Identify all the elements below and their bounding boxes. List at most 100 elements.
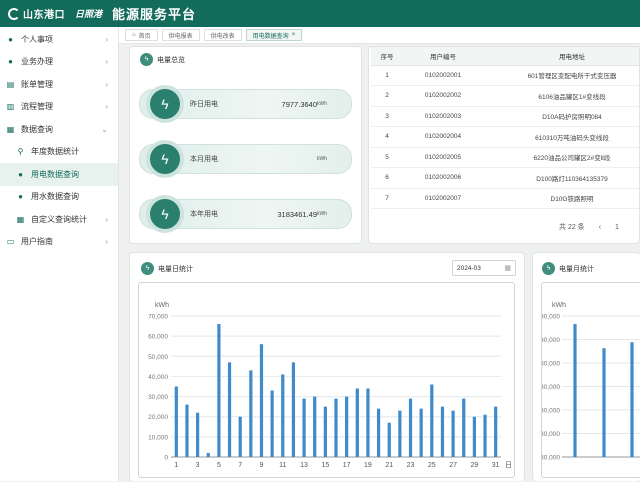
table-row[interactable]: 1 0102002001 601管理区变配电所干式变压器 (371, 65, 639, 86)
daily-chart-frame: kWh 70,000 60,000 50,000 40,000 30,000 20,000 1… (138, 282, 515, 478)
sidebar-subitem-custom[interactable]: ▦ 自定义查询统计 › (0, 208, 118, 231)
tab-supply-report[interactable]: 供电报表 (161, 29, 200, 41)
y-axis-unit: kWh (155, 302, 169, 309)
sidebar-item-business[interactable]: ● 业务办理 › (0, 51, 118, 74)
cell-user-id: 0102002002 (403, 85, 483, 107)
sidebar-item-label: 流程管理 (21, 102, 53, 112)
bar (376, 408, 381, 457)
bolt-icon: ϟ (141, 262, 154, 275)
x-tick-label: 11 (279, 462, 286, 469)
x-tick-label: 25 (428, 462, 436, 469)
table-row[interactable]: 2 0102002002 6106油品罐区1#变线段 (371, 85, 639, 107)
chevron-right-icon: › (105, 34, 108, 44)
stat-unit: kWh (317, 101, 327, 107)
bar (270, 390, 274, 457)
sidebar-item-data-query[interactable]: ▦ 数据查询 ⌄ (0, 118, 118, 141)
cell-index: 7 (371, 188, 403, 209)
stat-label: 昨日用电 (190, 101, 218, 108)
x-tick-label: 19 (364, 462, 372, 469)
chevron-right-icon: › (105, 237, 108, 247)
x-tick-label: 3 (196, 462, 200, 469)
bar (345, 396, 349, 457)
bar (302, 398, 306, 457)
table-row[interactable]: 6 0102002006 D100路灯110364135379 (371, 167, 639, 189)
y-tick-label: 60,000 (148, 334, 168, 341)
daily-bar-chart: kWh 70,000 60,000 50,000 40,000 30,000 20,000 1… (148, 302, 512, 469)
stat-month: ϟ 本月用电 kWh (139, 140, 352, 178)
tab-electricity-query[interactable]: 用电数据查询 × (245, 29, 303, 41)
y-axis-unit: kWh (552, 302, 566, 309)
bar (419, 408, 423, 457)
chevron-down-icon: ⌄ (101, 124, 108, 134)
y-tick-label: 70,000 (148, 314, 168, 321)
tab-bar: ⌂ 首页 供电报表 供电改表 用电数据查询 × (119, 27, 640, 44)
sidebar-subitem-water[interactable]: ● 用水数据查询 (0, 186, 118, 209)
bar (217, 324, 221, 457)
cell-user-id: 0102002007 (403, 188, 483, 209)
cell-address: 601管理区变配电所干式变压器 (483, 65, 639, 86)
home-icon: ⌂ (132, 32, 136, 38)
chart-icon: ▦ (6, 124, 15, 134)
y-tick-label: 30,000 (542, 314, 560, 321)
tab-supply-change[interactable]: 供电改表 (203, 29, 242, 41)
sidebar-item-bills[interactable]: ▤ 账单管理 › (0, 73, 118, 96)
sidebar-item-label: 数据查询 (21, 124, 53, 134)
logo-text: 山东港口 (23, 10, 65, 21)
sidebar: ● 个人事项 › ● 业务办理 › ▤ 账单管理 › ▥ 流程管理 › ▦ 数据… (0, 27, 119, 481)
bar (472, 416, 476, 457)
sidebar-item-label: 自定义查询统计 (31, 214, 87, 224)
x-tick-label: 27 (449, 462, 457, 469)
sidebar-subitem-electricity[interactable]: ● 用电数据查询 (0, 163, 118, 186)
bar (185, 404, 189, 457)
user-icon: ● (8, 57, 13, 67)
tab-label: 供电改表 (210, 33, 235, 40)
table-row[interactable]: 7 0102002007 D10G铁路照明 (371, 188, 639, 209)
table-row[interactable]: 5 0102002005 6220油品公司罐区2#变Ⅱ段 (371, 147, 639, 168)
cell-address: D100路灯110364135379 (483, 167, 639, 189)
chevron-right-icon: › (105, 57, 108, 67)
stat-year: ϟ 本年用电 3183461.49 kWh (139, 195, 352, 233)
chevron-right-icon: › (105, 79, 108, 89)
stat-yesterday: ϟ 昨日用电 7977.3640 kWh (139, 85, 352, 123)
sidebar-item-personal[interactable]: ● 个人事项 › (0, 28, 118, 51)
table-row[interactable]: 4 0102002004 610310万吨油码头变线段 (371, 126, 639, 148)
close-icon[interactable]: × (292, 32, 296, 38)
stat-unit: kWh (317, 211, 327, 217)
sidebar-subitem-annual[interactable]: ⚲ 年度数据统计 (0, 141, 118, 164)
y-tick-label: 0 (164, 455, 168, 462)
cell-user-id: 0102002003 (403, 106, 483, 127)
y-tick-label: 30,000 (542, 337, 560, 344)
bar (196, 412, 200, 457)
page-number[interactable]: 1 (615, 224, 619, 231)
bar (259, 344, 264, 457)
bar (462, 398, 466, 457)
bar (387, 422, 391, 457)
cell-index: 4 (371, 126, 403, 148)
prev-page-button[interactable]: ‹ (599, 224, 601, 231)
y-tick-label: 30,000 (542, 408, 560, 415)
x-tick-label: 13 (300, 462, 308, 469)
daily-chart-card: ϟ 电量日统计 2024-03 ▦ kWh 70,000 60,000 50,000 4… (129, 252, 525, 481)
stat-value: 3183461.49 (277, 209, 317, 219)
bolt-icon: ϟ (140, 53, 153, 66)
bar (366, 388, 370, 457)
monthly-bar-chart: kWh 30,000 30,000 30,000 30,000 30,000 30,000 3… (540, 302, 640, 462)
x-tick-label: 17 (343, 462, 351, 469)
cell-index: 1 (371, 65, 403, 86)
chart-icon: ▦ (16, 214, 25, 224)
table-row[interactable]: 3 0102002003 D10A码护房照明084 (371, 106, 639, 127)
tab-home[interactable]: ⌂ 首页 (125, 29, 158, 41)
x-tick-label: 23 (407, 462, 415, 469)
month-picker-value: 2024-03 (457, 264, 481, 272)
sidebar-item-guide[interactable]: ▭ 用户指南 › (0, 231, 118, 254)
bar (630, 342, 634, 457)
cell-index: 2 (371, 85, 403, 107)
y-tick-label: 50,000 (148, 354, 168, 361)
month-picker[interactable]: 2024-03 ▦ (452, 260, 516, 276)
bar (408, 398, 413, 457)
cell-user-id: 0102002006 (403, 167, 483, 189)
cell-index: 6 (371, 167, 403, 189)
bar (249, 370, 253, 457)
sidebar-item-flow[interactable]: ▥ 流程管理 › (0, 96, 118, 119)
monthly-chart-card: ϟ 电量月统计 kWh 30,000 30,000 30,000 30,000 30,00… (532, 252, 640, 481)
